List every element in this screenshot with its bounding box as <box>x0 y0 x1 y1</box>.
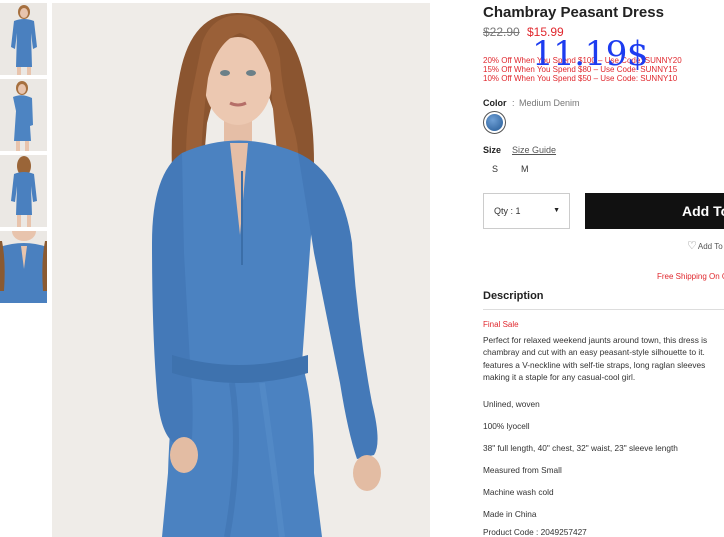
size-guide-link[interactable]: Size Guide <box>512 145 556 155</box>
swatch-fill <box>486 114 503 131</box>
size-option-s[interactable]: S <box>492 164 498 174</box>
original-price: $22.90 <box>483 25 520 39</box>
add-to-bag-button[interactable]: Add To Bag <box>585 193 724 229</box>
main-product-image <box>52 3 430 537</box>
thumbnail-list <box>0 3 47 307</box>
heart-icon: ♡ <box>687 240 697 252</box>
quantity-value: Qty : 1 <box>494 206 521 216</box>
spec-line: 38" full length, 40" chest, 32" waist, 2… <box>483 443 678 453</box>
caret-down-icon: ▼ <box>553 207 560 214</box>
promo-line: 10% Off When You Spend $50 – Use Code: S… <box>483 74 678 83</box>
product-info-panel: Chambray Peasant Dress $22.90 $15.99 20%… <box>483 0 724 537</box>
size-option-m[interactable]: M <box>521 164 529 174</box>
product-title: Chambray Peasant Dress <box>483 4 664 21</box>
thumbnail-back-view[interactable] <box>0 155 47 227</box>
spec-line: Measured from Small <box>483 465 562 475</box>
free-shipping-link[interactable]: Free Shipping On Orders Over $50 <box>657 272 724 281</box>
final-sale-label: Final Sale <box>483 320 519 329</box>
color-value: Medium Denim <box>519 98 580 108</box>
description-line: features a V-neckline with self-tie stra… <box>483 359 706 370</box>
color-swatch-medium-denim[interactable] <box>483 111 506 134</box>
spec-line: Made in China <box>483 509 537 519</box>
spec-line: Machine wash cold <box>483 487 554 497</box>
divider <box>483 309 724 310</box>
wishlist-label: Add To Wishlist <box>697 242 724 251</box>
description-line: chambray and cut with an easy peasant-st… <box>483 347 705 358</box>
thumbnail-front-view[interactable] <box>0 3 47 75</box>
description-line: Perfect for relaxed weekend jaunts aroun… <box>483 335 708 345</box>
color-label: Color <box>483 98 507 108</box>
size-label: Size <box>483 145 502 155</box>
product-code: Product Code : 2049257427 <box>483 527 587 537</box>
quantity-select[interactable]: Qty : 1 ▼ <box>483 193 570 229</box>
color-separator: : <box>512 98 515 108</box>
add-to-wishlist-link[interactable]: ♡Add To Wishlist <box>687 239 724 252</box>
thumbnail-side-view[interactable] <box>0 79 47 151</box>
description-text: Perfect for relaxed weekend jaunts aroun… <box>483 334 724 384</box>
add-to-bag-label: Add To Bag <box>682 203 724 219</box>
description-heading: Description <box>483 290 544 302</box>
overlay-price-text: 11.19$ <box>532 34 648 74</box>
spec-line: Unlined, woven <box>483 399 540 409</box>
thumbnail-detail-view[interactable] <box>0 231 47 303</box>
spec-line: 100% lyocell <box>483 421 530 431</box>
description-line: making it a staple for any casual-cool g… <box>483 372 636 383</box>
